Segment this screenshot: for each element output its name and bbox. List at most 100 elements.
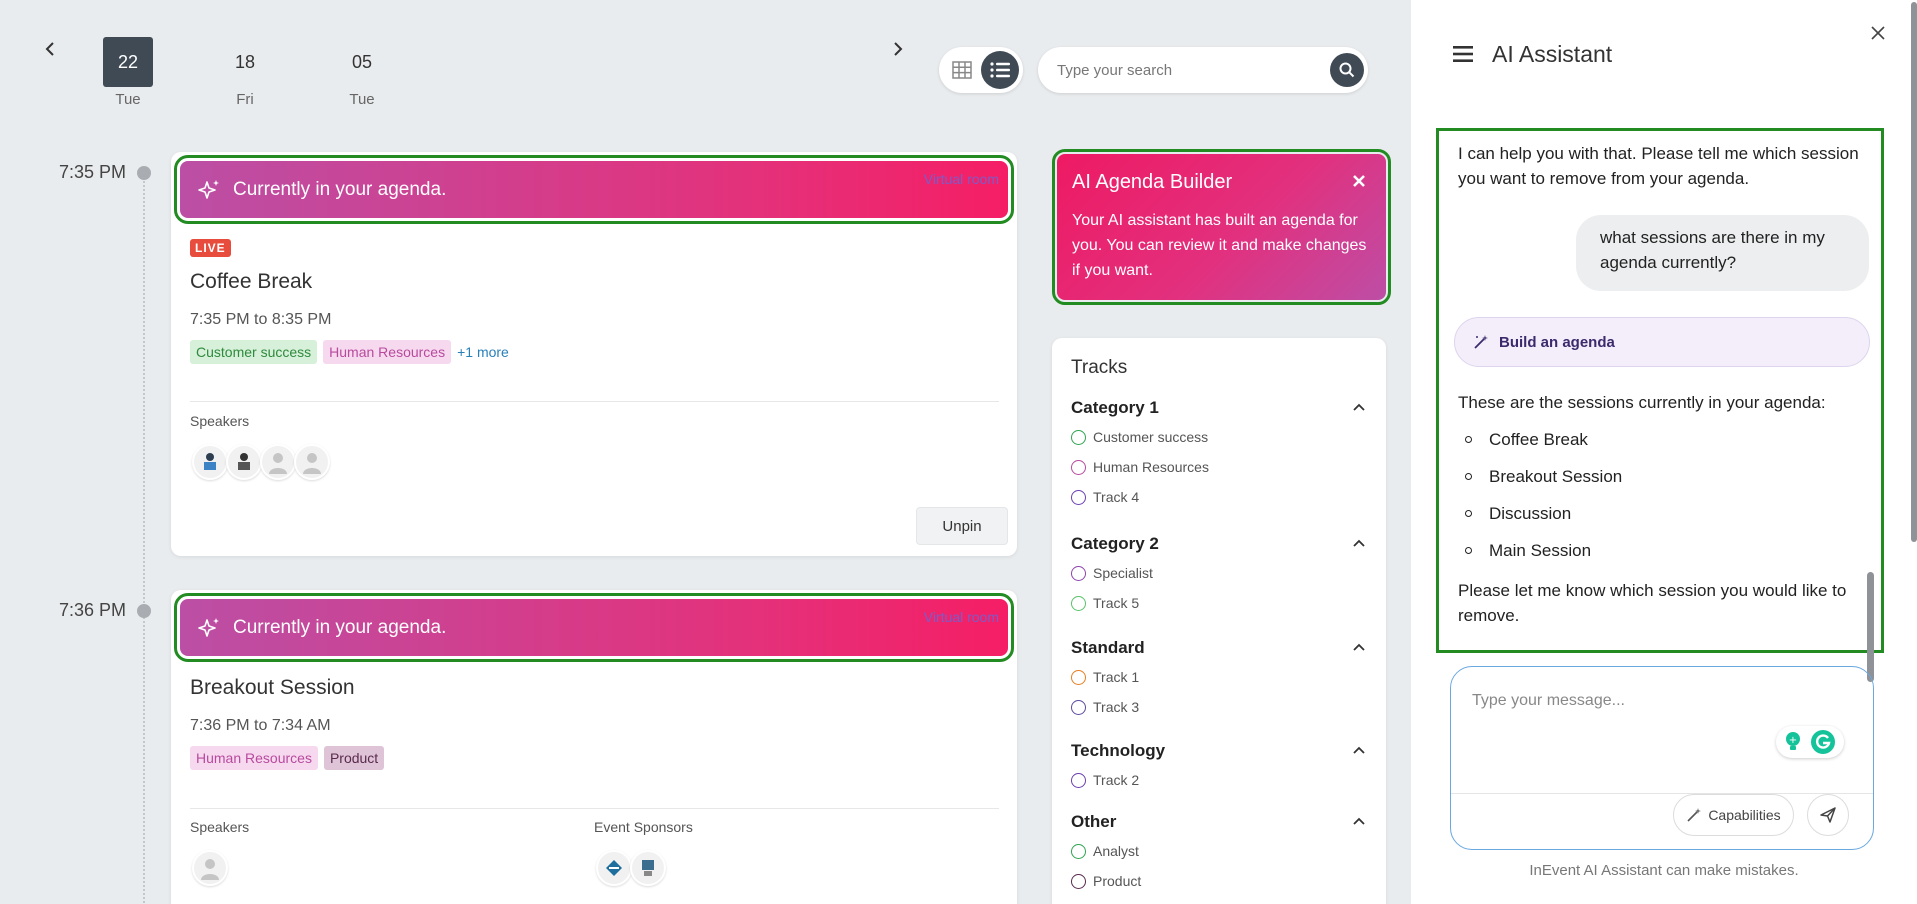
- date-tab-2[interactable]: 18 Fri: [220, 37, 270, 108]
- virtual-room-link[interactable]: Virtual room: [924, 171, 999, 187]
- page-scrollbar[interactable]: [1911, 2, 1917, 542]
- date-number: 18: [234, 52, 256, 72]
- chevron-up-icon: [1353, 746, 1365, 754]
- date-weekday: Tue: [115, 91, 141, 108]
- date-tab-3[interactable]: 05 Tue: [337, 37, 387, 108]
- radio-icon: [1071, 669, 1086, 685]
- date-tab-1[interactable]: 22 Tue: [103, 37, 153, 108]
- agenda-session-list: Coffee Break Breakout Session Discussion…: [1464, 430, 1622, 578]
- radio-icon: [1071, 843, 1086, 859]
- hamburger-menu-icon[interactable]: [1453, 46, 1473, 62]
- radio-icon: [1071, 565, 1086, 581]
- divider: [1451, 793, 1873, 794]
- sponsor-logo-icon: [606, 860, 622, 876]
- track-filter-customer-success[interactable]: Customer success: [1071, 424, 1371, 450]
- track-filter-track-3[interactable]: Track 3: [1071, 694, 1371, 720]
- ai-assistant-panel: AI Assistant I can help you with that. P…: [1411, 0, 1917, 904]
- category-header[interactable]: Category 2: [1071, 534, 1371, 556]
- date-number: 05: [351, 52, 373, 72]
- message-input[interactable]: [1472, 692, 1772, 716]
- track-filter-analyst[interactable]: Analyst: [1071, 838, 1371, 864]
- track-filter-specialist[interactable]: Specialist: [1071, 560, 1371, 586]
- avatar[interactable]: [260, 444, 296, 480]
- date-number: 22: [103, 37, 153, 87]
- search-input[interactable]: [1057, 59, 1317, 81]
- list-item: Breakout Session: [1464, 467, 1622, 504]
- avatar[interactable]: [192, 850, 228, 886]
- close-icon[interactable]: [1871, 26, 1885, 40]
- capabilities-button[interactable]: Capabilities: [1673, 794, 1794, 836]
- track-label: Track 1: [1093, 669, 1140, 685]
- build-agenda-label: Build an agenda: [1499, 333, 1615, 351]
- virtual-room-link[interactable]: Virtual room: [924, 609, 999, 625]
- category-name: Standard: [1071, 638, 1145, 657]
- avatar[interactable]: [294, 444, 330, 480]
- session-title[interactable]: Breakout Session: [190, 676, 355, 700]
- category-header[interactable]: Other: [1071, 812, 1371, 834]
- track-category: Category 2 Specialist Track 5: [1071, 534, 1371, 616]
- speaker-avatars: [192, 444, 330, 480]
- agenda-banner-text: Currently in your agenda.: [233, 178, 447, 200]
- radio-icon: [1071, 489, 1086, 505]
- radio-icon: [1071, 595, 1086, 611]
- more-tags-link[interactable]: +1 more: [457, 344, 509, 360]
- disclaimer-text: InEvent AI Assistant can make mistakes.: [1529, 862, 1799, 879]
- grammarly-widget[interactable]: +: [1776, 726, 1844, 758]
- message-composer: + Capabilities: [1450, 666, 1874, 850]
- chevron-up-icon: [1353, 539, 1365, 547]
- category-name: Other: [1071, 812, 1117, 831]
- grammarly-icon: [1811, 730, 1835, 754]
- avatar[interactable]: [192, 444, 228, 480]
- track-label: Track 5: [1093, 595, 1140, 611]
- track-filter-track-5[interactable]: Track 5: [1071, 590, 1371, 616]
- track-filter-track-1[interactable]: Track 1: [1071, 664, 1371, 690]
- tag: Customer success: [190, 340, 318, 364]
- track-filter-product[interactable]: Product: [1071, 868, 1371, 894]
- chevron-up-icon: [1353, 643, 1365, 651]
- category-header[interactable]: Technology: [1071, 741, 1371, 763]
- speakers-label: Speakers: [190, 819, 250, 835]
- track-filter-track-2[interactable]: Track 2: [1071, 767, 1371, 793]
- chat-scrollbar[interactable]: [1867, 572, 1874, 682]
- unpin-button[interactable]: Unpin: [916, 507, 1008, 545]
- send-button[interactable]: [1807, 794, 1849, 836]
- timeline-dot: [137, 604, 151, 618]
- chevron-left-icon: [45, 42, 54, 56]
- category-name: Category 1: [1071, 398, 1159, 417]
- sponsor-logo[interactable]: [630, 850, 666, 886]
- session-title[interactable]: Coffee Break: [190, 270, 312, 294]
- sponsor-logo[interactable]: [596, 850, 632, 886]
- grid-view-button[interactable]: [943, 51, 981, 89]
- session-time: 7:35 PM to 8:35 PM: [190, 311, 332, 328]
- search-button[interactable]: [1330, 53, 1364, 87]
- next-date-button[interactable]: [888, 36, 908, 62]
- timeline-dot: [137, 166, 151, 180]
- track-label: Analyst: [1093, 843, 1139, 859]
- chat-history[interactable]: I can help you with that. Please tell me…: [1436, 128, 1884, 653]
- builder-title: AI Agenda Builder: [1072, 171, 1233, 193]
- speaker-avatars: [192, 850, 228, 886]
- timeline-time: 7:35 PM: [58, 162, 126, 182]
- prev-date-button[interactable]: [40, 36, 60, 62]
- tag-list: Customer success Human Resources +1 more: [190, 340, 509, 364]
- search-icon: [1339, 62, 1355, 78]
- sparkle-icon: [198, 617, 219, 637]
- session-card[interactable]: Currently in your agenda. Virtual room B…: [171, 590, 1017, 904]
- tracks-title: Tracks: [1071, 357, 1128, 378]
- track-filter-human-resources[interactable]: Human Resources: [1071, 454, 1371, 480]
- sponsor-logo-icon: [642, 860, 654, 876]
- track-filter-track-4[interactable]: Track 4: [1071, 484, 1371, 510]
- magic-wand-icon: [1474, 335, 1488, 349]
- build-agenda-chip[interactable]: Build an agenda: [1454, 317, 1870, 367]
- category-header[interactable]: Standard: [1071, 638, 1371, 660]
- category-header[interactable]: Category 1: [1071, 398, 1371, 420]
- agenda-banner: Currently in your agenda. Virtual room: [174, 593, 1014, 662]
- avatar[interactable]: [226, 444, 262, 480]
- user-placeholder-icon: [303, 453, 321, 474]
- close-icon[interactable]: [1351, 173, 1367, 189]
- session-card[interactable]: Currently in your agenda. Virtual room L…: [171, 152, 1017, 556]
- divider: [190, 808, 999, 809]
- sparkle-icon: [198, 179, 219, 199]
- list-view-button[interactable]: [981, 51, 1019, 89]
- sponsors-label: Event Sponsors: [594, 819, 693, 835]
